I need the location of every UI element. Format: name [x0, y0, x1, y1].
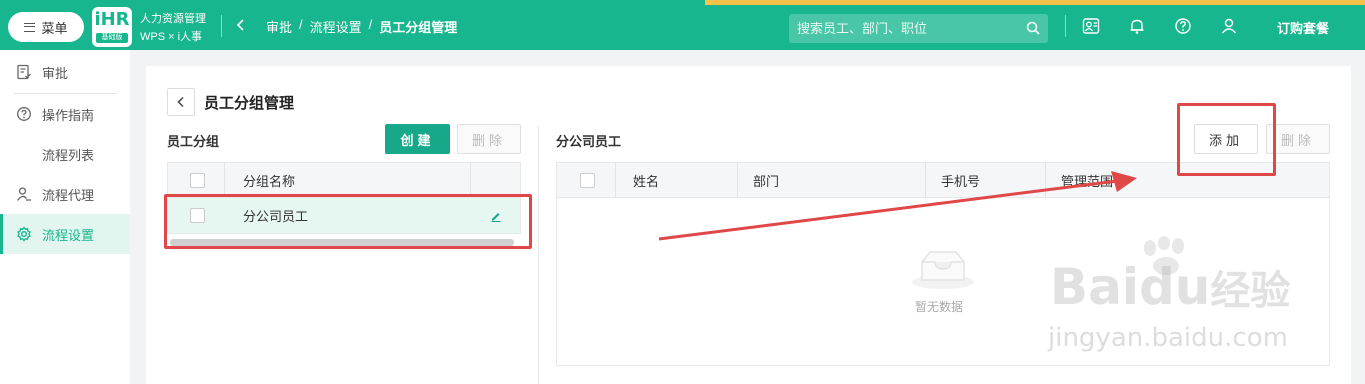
app-logo[interactable]: iHR 基础版: [92, 7, 132, 47]
group-section-title: 员工分组: [167, 134, 220, 149]
sidebar: 审批 操作指南 流程列表 流程代理 流程设置: [0, 50, 130, 384]
gear-icon: [17, 226, 31, 242]
brand-line2: WPS × i人事: [140, 31, 203, 43]
delete-group-button[interactable]: 删除: [457, 124, 521, 154]
header-divider: [1065, 15, 1066, 37]
annotation-highlight-add-button: [1177, 103, 1276, 176]
search-icon[interactable]: [1026, 21, 1040, 35]
breadcrumb-separator: /: [368, 17, 373, 32]
watermark-text: Bai: [1050, 258, 1139, 316]
empty-state-text: 暂无数据: [915, 300, 964, 314]
sidebar-item-flow-proxy[interactable]: 流程代理: [0, 174, 130, 214]
person-proxy-icon: [16, 187, 31, 201]
sidebar-item-label: 流程设置: [42, 227, 95, 243]
brand-text: 人力资源管理 WPS × i人事: [140, 10, 206, 46]
sidebar-item-guide[interactable]: 操作指南: [0, 94, 130, 134]
column-divider: [470, 163, 471, 197]
menu-label: 菜单: [41, 20, 68, 36]
approval-doc-icon: [17, 64, 31, 80]
buy-plan-link[interactable]: 订购套餐: [1277, 18, 1329, 37]
chevron-left-icon: [177, 96, 184, 108]
sidebar-item-flow-settings[interactable]: 流程设置: [0, 214, 130, 254]
bell-icon[interactable]: [1128, 17, 1146, 35]
search-input[interactable]: [789, 14, 1019, 43]
annotation-highlight-group-row: [164, 194, 532, 249]
column-divider: [615, 163, 616, 197]
panel-divider: [538, 126, 539, 384]
sidebar-item-label: 流程代理: [42, 187, 95, 203]
top-bar: 菜单 iHR 基础版 人力资源管理 WPS × i人事 审批 / 流程设置 / …: [0, 0, 1365, 50]
empty-inbox-icon: [912, 251, 974, 289]
sidebar-item-approval[interactable]: 审批: [0, 52, 130, 92]
sidebar-item-label: 流程列表: [42, 147, 95, 163]
watermark-url: jingyan.baidu.com: [1048, 323, 1288, 353]
help-icon[interactable]: [1174, 17, 1192, 35]
logo-mark: iHR: [94, 9, 130, 30]
org-contacts-icon[interactable]: [1082, 17, 1100, 35]
group-table-header: 分组名称: [167, 162, 521, 198]
select-all-checkbox[interactable]: [190, 173, 205, 188]
logo-edition: 基础版: [96, 33, 128, 43]
column-header-group-name[interactable]: 分组名称: [243, 163, 295, 197]
watermark-text: 经验: [1210, 268, 1291, 314]
menu-icon: [24, 22, 36, 32]
page-title: 员工分组管理: [204, 95, 295, 112]
breadcrumb: 审批 / 流程设置 / 员工分组管理: [266, 17, 457, 36]
search-box: [789, 14, 1048, 43]
menu-button[interactable]: 菜单: [8, 12, 84, 42]
create-group-button[interactable]: 创建: [385, 124, 450, 154]
breadcrumb-approval[interactable]: 审批: [266, 17, 292, 36]
top-banner-strip: [705, 0, 1365, 5]
sidebar-item-label: 操作指南: [42, 107, 95, 123]
column-divider: [224, 163, 225, 197]
user-icon[interactable]: [1220, 17, 1238, 35]
help-circle-icon: [17, 107, 31, 121]
sidebar-item-flow-list[interactable]: 流程列表: [0, 134, 130, 174]
header-divider: [221, 15, 222, 37]
select-all-checkbox[interactable]: [580, 173, 595, 188]
breadcrumb-current: 员工分组管理: [379, 20, 458, 35]
sidebar-item-label: 审批: [42, 65, 69, 81]
annotation-arrow: [658, 171, 1137, 241]
breadcrumb-flow-settings[interactable]: 流程设置: [310, 17, 362, 36]
breadcrumb-separator: /: [299, 17, 303, 32]
paw-watermark-icon: [1144, 236, 1184, 275]
chevron-left-icon[interactable]: [234, 18, 248, 32]
members-section-title: 分公司员工: [556, 134, 622, 149]
brand-line1: 人力资源管理: [140, 13, 206, 25]
page-back-button[interactable]: [167, 88, 195, 116]
